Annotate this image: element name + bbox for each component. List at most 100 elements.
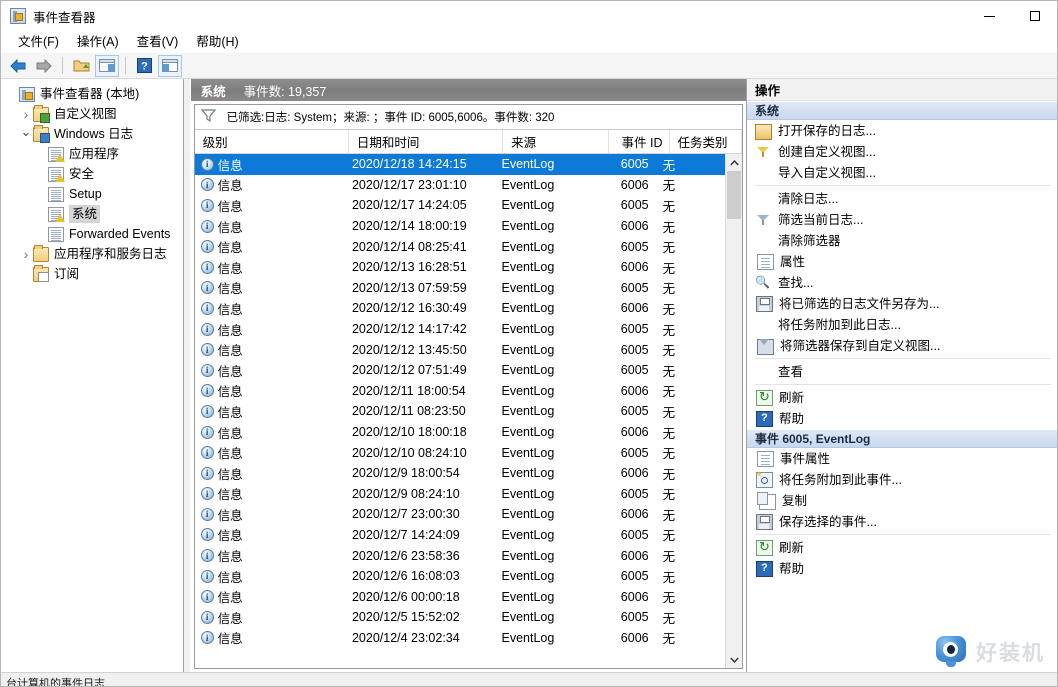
information-level-icon: i: [200, 157, 214, 171]
cell-eventid: 6005: [620, 486, 649, 501]
table-row[interactable]: i 信息 2020/12/13 07:59:59 EventLog 6005 无: [195, 278, 725, 299]
action-item-0-0[interactable]: 打开保存的日志...: [747, 120, 1057, 141]
scroll-up-button[interactable]: [726, 154, 742, 171]
table-row[interactable]: i 信息 2020/12/18 14:24:15 EventLog 6005 无: [194, 154, 725, 175]
tree-item-5[interactable]: Setup: [1, 184, 183, 204]
cell-level: 信息: [217, 508, 243, 523]
show-tree-pane-button[interactable]: [95, 54, 119, 77]
action-item-0-13[interactable]: 帮助: [747, 408, 1057, 429]
list-pane-title: 系统 事件数: 19,357: [190, 79, 746, 101]
column-header-level[interactable]: 级别: [195, 130, 349, 153]
table-row[interactable]: i 信息 2020/12/13 16:28:51 EventLog 6006 无: [195, 257, 725, 278]
table-row[interactable]: i 信息 2020/12/6 23:58:36 EventLog 6006 无: [195, 545, 725, 566]
action-item-0-4[interactable]: 筛选当前日志...: [747, 209, 1057, 230]
table-row[interactable]: i 信息 2020/12/12 07:51:49 EventLog 6005 无: [195, 360, 725, 381]
information-level-icon: i: [200, 404, 214, 418]
table-row[interactable]: i 信息 2020/12/9 08:24:10 EventLog 6005 无: [195, 484, 725, 505]
chevron-down-icon[interactable]: [19, 127, 33, 141]
column-header-eventid[interactable]: 事件 ID: [609, 130, 670, 153]
event-list-rows[interactable]: i 信息 2020/12/18 14:24:15 EventLog 6005 无 i 信息 20…: [194, 154, 725, 668]
action-item-0-8[interactable]: 将已筛选的日志文件另存为...: [747, 293, 1057, 314]
scroll-down-button[interactable]: [726, 651, 742, 668]
action-item-0-6[interactable]: 属性: [747, 251, 1057, 272]
action-icon-placeholder: [755, 364, 772, 380]
scrollbar-track[interactable]: [726, 171, 742, 651]
show-action-pane-button[interactable]: [158, 54, 182, 77]
tree-scrollbar[interactable]: [183, 79, 190, 672]
action-item-1-1[interactable]: 将任务附加到此事件...: [747, 469, 1057, 490]
action-item-0-9[interactable]: 将任务附加到此日志...: [747, 314, 1057, 335]
action-item-1-3[interactable]: 保存选择的事件...: [747, 511, 1057, 532]
tree-item-9[interactable]: 订阅: [1, 264, 183, 284]
cell-level-wrap: i 信息: [195, 525, 344, 544]
table-row[interactable]: i 信息 2020/12/7 23:00:30 EventLog 6006 无: [195, 504, 725, 525]
cell-task: 无: [662, 611, 676, 626]
table-row[interactable]: i 信息 2020/12/17 14:24:05 EventLog 6005 无: [195, 195, 725, 216]
cell-task: 无: [662, 591, 676, 606]
table-row[interactable]: i 信息 2020/12/12 14:17:42 EventLog 6005 无: [195, 319, 725, 340]
event-list-scrollbar[interactable]: [725, 154, 742, 668]
column-header-source[interactable]: 来源: [503, 130, 610, 153]
filter-notice-bar[interactable]: 已筛选:日志: System；来源: ；事件 ID: 6005,6006。事件数…: [194, 105, 742, 130]
table-row[interactable]: i 信息 2020/12/9 18:00:54 EventLog 6006 无: [195, 463, 725, 484]
action-item-0-5[interactable]: 清除筛选器: [747, 230, 1057, 251]
tree-item-8[interactable]: 应用程序和服务日志: [1, 244, 183, 264]
action-item-0-1[interactable]: 创建自定义视图...: [747, 141, 1057, 162]
action-item-0-7[interactable]: 查找...: [747, 272, 1057, 293]
maximize-button[interactable]: [1012, 1, 1057, 31]
cell-level-wrap: i 信息: [195, 217, 344, 236]
tree-item-3[interactable]: 应用程序: [1, 144, 183, 164]
table-row[interactable]: i 信息 2020/12/17 23:01:10 EventLog 6006 无: [195, 175, 725, 196]
tree-item-6[interactable]: 系统: [1, 204, 183, 224]
information-level-icon: i: [200, 219, 214, 233]
column-header-datetime[interactable]: 日期和时间: [349, 130, 504, 153]
action-item-label: 清除日志...: [778, 191, 839, 206]
tree-item-2[interactable]: Windows 日志: [1, 124, 183, 144]
action-item-0-10[interactable]: 将筛选器保存到自定义视图...: [747, 335, 1057, 356]
back-button[interactable]: [6, 55, 30, 77]
action-item-1-2[interactable]: 复制: [747, 490, 1057, 511]
tree-item-1[interactable]: 自定义视图: [1, 104, 183, 124]
menu-file[interactable]: 文件(F): [9, 32, 68, 52]
table-row[interactable]: i 信息 2020/12/7 14:24:09 EventLog 6005 无: [195, 525, 725, 546]
table-row[interactable]: i 信息 2020/12/10 08:24:10 EventLog 6005 无: [195, 442, 725, 463]
table-row[interactable]: i 信息 2020/12/12 13:45:50 EventLog 6005 无: [195, 339, 725, 360]
scrollbar-thumb[interactable]: [727, 171, 741, 219]
table-row[interactable]: i 信息 2020/12/5 15:52:02 EventLog 6005 无: [195, 607, 725, 628]
menu-action[interactable]: 操作(A): [68, 32, 128, 52]
minimize-button[interactable]: [967, 1, 1012, 31]
help-button[interactable]: ?: [132, 55, 156, 77]
table-row[interactable]: i 信息 2020/12/12 16:30:49 EventLog 6006 无: [195, 298, 725, 319]
action-item-0-2[interactable]: 导入自定义视图...: [747, 162, 1057, 183]
menu-help[interactable]: 帮助(H): [187, 32, 247, 52]
cell-level: 信息: [217, 570, 243, 585]
tree-item-7[interactable]: Forwarded Events: [1, 224, 183, 244]
table-row[interactable]: i 信息 2020/12/6 00:00:18 EventLog 6006 无: [195, 586, 725, 607]
action-item-0-11[interactable]: 查看: [747, 361, 1057, 382]
forward-button[interactable]: [32, 55, 56, 77]
tree-item-4[interactable]: 安全: [1, 164, 183, 184]
table-row[interactable]: i 信息 2020/12/4 23:02:34 EventLog 6006 无: [195, 628, 725, 649]
action-item-1-4[interactable]: 刷新: [747, 537, 1057, 558]
cell-level-wrap: i 信息: [195, 505, 344, 524]
table-row[interactable]: i 信息 2020/12/14 08:25:41 EventLog 6005 无: [195, 236, 725, 257]
chevron-right-icon[interactable]: [19, 107, 33, 121]
cell-datetime: 2020/12/14 08:25:41: [351, 239, 467, 254]
chevron-right-icon[interactable]: [19, 247, 33, 261]
menu-view[interactable]: 查看(V): [128, 32, 188, 52]
table-row[interactable]: i 信息 2020/12/11 18:00:54 EventLog 6006 无: [195, 381, 725, 402]
up-folder-button[interactable]: [69, 55, 93, 77]
action-item-1-5[interactable]: 帮助: [747, 558, 1057, 579]
tree-item-0[interactable]: 事件查看器 (本地): [1, 84, 183, 104]
table-row[interactable]: i 信息 2020/12/11 08:23:50 EventLog 6005 无: [195, 401, 725, 422]
cell-datetime: 2020/12/9 18:00:54: [351, 466, 460, 481]
action-item-0-12[interactable]: 刷新: [747, 387, 1057, 408]
cell-eventid: 6005: [620, 239, 649, 254]
action-item-1-0[interactable]: 事件属性: [747, 448, 1057, 469]
cell-task: 无: [662, 179, 676, 194]
table-row[interactable]: i 信息 2020/12/10 18:00:18 EventLog 6006 无: [195, 422, 725, 443]
column-header-task[interactable]: 任务类别: [670, 130, 742, 153]
table-row[interactable]: i 信息 2020/12/14 18:00:19 EventLog 6006 无: [195, 216, 725, 237]
action-item-0-3[interactable]: 清除日志...: [747, 188, 1057, 209]
table-row[interactable]: i 信息 2020/12/6 16:08:03 EventLog 6005 无: [195, 566, 725, 587]
